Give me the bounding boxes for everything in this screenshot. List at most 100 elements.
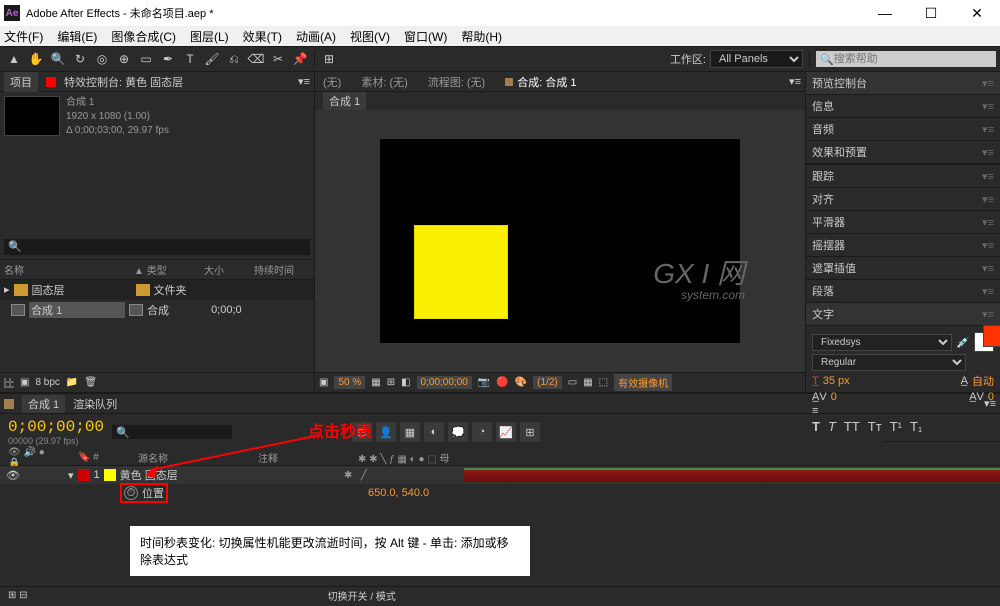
grid-icon[interactable]: ⊞ xyxy=(387,377,395,388)
panel-menu-icon[interactable]: ▾≡ xyxy=(789,75,801,88)
font-family-select[interactable]: Fixedsys xyxy=(812,334,952,351)
new-folder-icon[interactable]: 📁 xyxy=(66,377,78,388)
snap-icon[interactable]: ⊞ xyxy=(520,422,540,442)
tab-render-queue[interactable]: 渲染队列 xyxy=(73,396,117,412)
project-item-comp[interactable]: 合成 1 合成 0;00;0 xyxy=(0,300,314,320)
graph-icon[interactable]: 📈 xyxy=(496,422,516,442)
color-swatch[interactable] xyxy=(974,332,994,352)
trash-icon[interactable]: 🗑 xyxy=(84,377,97,388)
tab-none[interactable]: (无) xyxy=(319,72,345,92)
panel-tracker[interactable]: 跟踪▾≡ xyxy=(806,165,1000,188)
roto-tool[interactable]: ✂ xyxy=(268,49,288,69)
menu-layer[interactable]: 图层(L) xyxy=(190,28,229,45)
camera-tool[interactable]: ◎ xyxy=(92,49,112,69)
layer-switches[interactable]: ✱ ╱ xyxy=(344,470,464,481)
comp-name-tab[interactable]: 合成 1 xyxy=(323,92,366,110)
menu-composition[interactable]: 图像合成(C) xyxy=(111,28,176,45)
yellow-solid-layer[interactable] xyxy=(414,225,508,319)
zoom-tool[interactable]: 🔍 xyxy=(48,49,68,69)
leading-value[interactable]: 自动 xyxy=(972,373,994,389)
tab-flowchart[interactable]: 流程图: (无) xyxy=(424,72,489,92)
help-search[interactable]: 🔍 xyxy=(816,51,996,67)
always-preview-icon[interactable]: ▣ xyxy=(319,377,328,388)
tab-timeline-comp[interactable]: 合成 1 xyxy=(22,395,65,413)
anchor-tool[interactable]: ⊕ xyxy=(114,49,134,69)
menu-window[interactable]: 窗口(W) xyxy=(404,28,447,45)
panel-menu-icon[interactable]: ▾≡ xyxy=(298,75,310,88)
workspace-select[interactable]: All Panels xyxy=(710,50,803,68)
menu-animation[interactable]: 动画(A) xyxy=(296,28,336,45)
panel-mask-interp[interactable]: 遮罩插值▾≡ xyxy=(806,257,1000,280)
interpret-icon[interactable] xyxy=(4,378,14,388)
tab-project[interactable]: 项目 xyxy=(4,72,38,92)
zoom-dropdown[interactable]: 50 % xyxy=(334,376,365,389)
current-time[interactable]: 0;00;00;00 xyxy=(417,376,472,389)
motionblur-icon[interactable]: ◐ xyxy=(424,422,444,442)
minimize-button[interactable]: — xyxy=(862,0,908,26)
layer-duration-bar[interactable] xyxy=(464,468,1000,482)
panel-menu-icon[interactable]: ▾≡ xyxy=(984,397,996,410)
panel-align[interactable]: 对齐▾≡ xyxy=(806,188,1000,211)
menu-edit[interactable]: 编辑(E) xyxy=(57,28,97,45)
footer-toggle[interactable]: 切换开关 / 模式 xyxy=(328,588,396,603)
tab-composition[interactable]: 合成: 合成 1 xyxy=(501,72,580,92)
panel-character[interactable]: 文字▾≡ xyxy=(806,303,1000,326)
help-search-input[interactable] xyxy=(834,53,992,65)
menu-effect[interactable]: 效果(T) xyxy=(243,28,282,45)
project-item-folder[interactable]: ▸ 固态层 文件夹 xyxy=(0,280,314,300)
current-timecode[interactable]: 0;00;00;00 xyxy=(8,418,104,436)
resolution-dropdown[interactable]: (1/2) xyxy=(533,376,562,389)
viewport[interactable]: GX I 网system.com xyxy=(315,110,805,372)
col-notes[interactable]: 注释 xyxy=(258,450,338,465)
new-comp-icon[interactable]: ▣ xyxy=(20,377,29,388)
panel-preview[interactable]: 预览控制台▾≡ xyxy=(806,72,1000,95)
3d-view-icon[interactable]: ⬚ xyxy=(599,377,608,388)
text-tool[interactable]: T xyxy=(180,49,200,69)
selection-tool[interactable]: ▲ xyxy=(4,49,24,69)
label-color[interactable] xyxy=(78,469,90,481)
timeline-search[interactable]: 🔍 xyxy=(112,425,232,439)
camera-dropdown[interactable]: 有效摄像机 xyxy=(614,374,672,391)
font-style-select[interactable]: Regular xyxy=(812,354,966,371)
visibility-toggle[interactable]: 👁 xyxy=(6,468,20,482)
eyedropper-icon[interactable]: 💉 xyxy=(956,336,970,349)
shy-icon[interactable]: 👤 xyxy=(376,422,396,442)
property-position[interactable]: 位置 xyxy=(142,485,164,501)
eraser-tool[interactable]: ⌫ xyxy=(246,49,266,69)
resolution-icon[interactable]: ▦ xyxy=(371,377,380,388)
stopwatch-icon[interactable]: ⏱ xyxy=(124,486,138,500)
menu-file[interactable]: 文件(F) xyxy=(4,28,43,45)
brainstorm-icon[interactable]: 💭 xyxy=(448,422,468,442)
twirl-icon[interactable]: ▾ xyxy=(68,469,74,482)
hand-tool[interactable]: ✋ xyxy=(26,49,46,69)
region-icon[interactable]: ▭ xyxy=(568,377,577,388)
shape-tool[interactable]: ▭ xyxy=(136,49,156,69)
position-value[interactable]: 650.0, 540.0 xyxy=(368,487,429,499)
tab-footage[interactable]: 素材: (无) xyxy=(357,72,411,92)
brush-tool[interactable]: 🖌 xyxy=(202,49,222,69)
tab-effect-controls[interactable]: 特效控制台: 黄色 固态层 xyxy=(64,74,183,90)
mask-toggle-icon[interactable]: ◧ xyxy=(401,377,410,388)
snap-toggle[interactable]: ⊞ xyxy=(319,49,339,69)
col-source[interactable]: 源名称 xyxy=(138,450,238,465)
draft3d-icon[interactable]: ⊟ xyxy=(352,422,372,442)
panel-smoother[interactable]: 平滑器▾≡ xyxy=(806,211,1000,234)
menu-view[interactable]: 视图(V) xyxy=(350,28,390,45)
panel-effects[interactable]: 效果和预置▾≡ xyxy=(806,141,1000,164)
puppet-tool[interactable]: 📌 xyxy=(290,49,310,69)
menu-help[interactable]: 帮助(H) xyxy=(461,28,502,45)
snapshot-icon[interactable]: 📷 xyxy=(478,377,490,388)
bpc-indicator[interactable]: 8 bpc xyxy=(35,377,59,388)
layer-name[interactable]: 黄色 固态层 xyxy=(120,467,178,483)
transparency-icon[interactable]: ▦ xyxy=(583,377,592,388)
close-button[interactable]: ✕ xyxy=(954,0,1000,26)
pen-tool[interactable]: ✒ xyxy=(158,49,178,69)
font-size-value[interactable]: 35 px xyxy=(823,375,850,387)
frameblend-icon[interactable]: ▦ xyxy=(400,422,420,442)
toggle-switches-icon[interactable]: ⊞ ⊟ xyxy=(8,590,28,601)
clone-tool[interactable]: ⎌ xyxy=(224,49,244,69)
rotate-tool[interactable]: ↻ xyxy=(70,49,90,69)
project-search[interactable]: 🔍 xyxy=(4,239,310,255)
autokey-icon[interactable]: ◔ xyxy=(472,422,492,442)
maximize-button[interactable]: ☐ xyxy=(908,0,954,26)
